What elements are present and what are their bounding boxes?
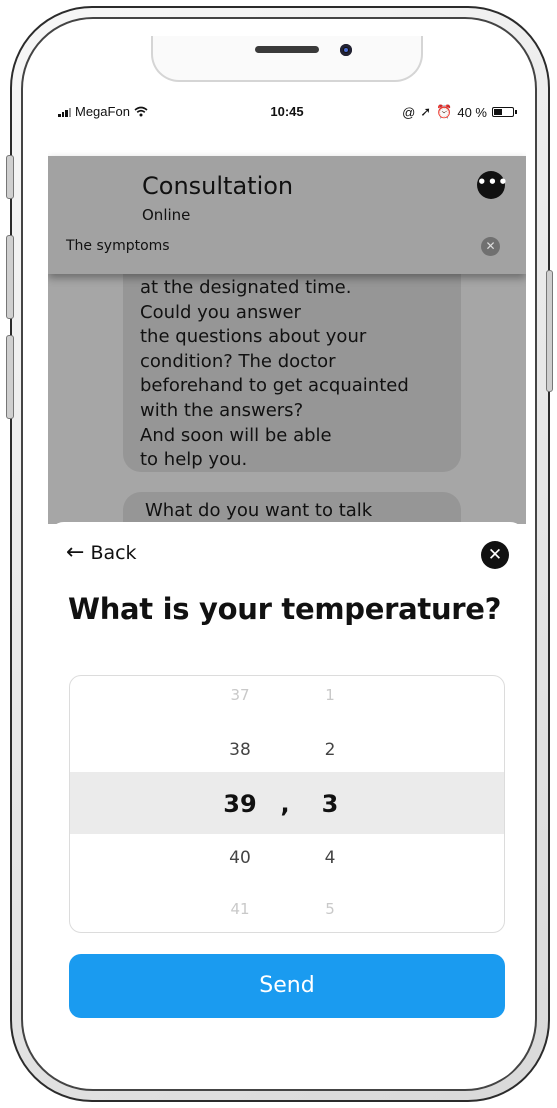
picker-integer: 40 [229, 848, 251, 868]
close-icon[interactable]: ✕ [481, 237, 500, 256]
message-line: the questions about your [140, 326, 367, 348]
mute-switch [6, 155, 14, 199]
message-line: beforehand to get acquainted [140, 375, 409, 397]
send-button[interactable]: Send [69, 954, 505, 1018]
alarm-icon: ⏰ [436, 104, 453, 119]
picker-decimal: 3 [321, 790, 339, 818]
picker-decimal: 4 [324, 848, 336, 868]
chat-title: Consultation [142, 172, 294, 200]
message-line: condition? The doctor [140, 350, 336, 372]
picker-integer: 37 [230, 686, 250, 704]
temperature-sheet: ← Back ✕ What is your temperature? 37 1 … [48, 522, 526, 1084]
picker-decimal: 1 [325, 686, 335, 704]
message-line: at the designated time. [140, 277, 352, 298]
back-button[interactable]: ← Back [66, 540, 137, 565]
question-title: What is your temperature? [68, 592, 502, 626]
battery-percent: 40 % [457, 104, 487, 120]
message-line: to help you. [140, 449, 248, 471]
back-label: Back [90, 542, 137, 564]
location-icon: ➚ [420, 104, 432, 119]
chat-area: at the designated time. Could you answer… [48, 254, 526, 552]
battery-icon [492, 107, 517, 117]
picker-decimal: 5 [325, 900, 335, 918]
message-line: with the answers? [140, 399, 304, 421]
message-text: at the designated time. Could you answer… [140, 276, 409, 473]
message-line: And soon will be able [140, 424, 332, 446]
chat-header: Consultation Online ••• The symptoms ✕ [48, 156, 526, 274]
at-icon: @ [402, 104, 416, 120]
picker-integer: 38 [229, 740, 251, 760]
phone-screen: MegaFon 10:45 @ ➚ ⏰ 40 % Consultation On… [48, 36, 526, 1084]
message-text: What do you want to talk [145, 500, 373, 521]
picker-integer: 39 [223, 790, 257, 818]
temperature-picker[interactable]: 37 1 38 2 39 , 3 40 4 41 5 [69, 675, 505, 933]
front-camera [340, 44, 352, 56]
arrow-left-icon: ← [66, 540, 85, 565]
more-icon[interactable]: ••• [477, 171, 508, 199]
picker-separator: , [280, 790, 290, 818]
picker-decimal: 2 [324, 740, 336, 760]
picker-row[interactable]: 40 4 [70, 848, 504, 888]
picker-row[interactable]: 38 2 [70, 740, 504, 780]
picker-row-selected[interactable]: 39 , 3 [70, 790, 504, 830]
message-line: Could you answer [140, 301, 301, 323]
status-bar: MegaFon 10:45 @ ➚ ⏰ 40 % [48, 98, 526, 126]
picker-integer: 41 [230, 900, 250, 918]
volume-down-button [6, 335, 14, 419]
volume-up-button [6, 235, 14, 319]
symptoms-label: The symptoms [66, 238, 170, 254]
picker-row[interactable]: 41 5 [70, 900, 504, 932]
notch [151, 36, 423, 82]
close-icon[interactable]: ✕ [481, 541, 509, 569]
chat-bubble: at the designated time. Could you answer… [123, 254, 461, 472]
picker-row[interactable]: 37 1 [70, 686, 504, 726]
speaker-grille [255, 46, 319, 53]
chat-status: Online [142, 206, 191, 224]
status-right: @ ➚ ⏰ 40 % [402, 104, 517, 120]
power-button [546, 270, 553, 392]
